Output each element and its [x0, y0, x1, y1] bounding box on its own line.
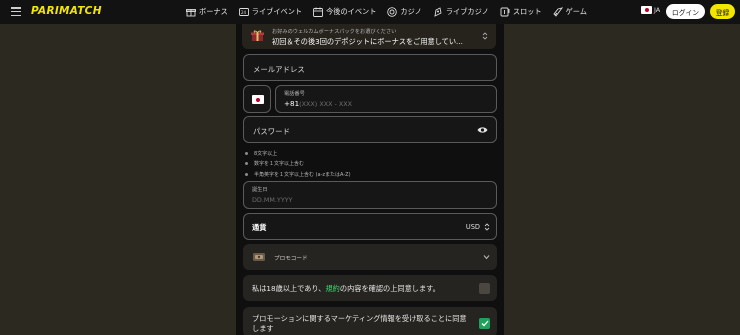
- bonus-select-label: お好みのウェルカムボーナスパックをお選びください: [272, 29, 397, 35]
- nav-item-label: ゲーム: [565, 7, 587, 16]
- currency-select[interactable]: 通貨 USD: [243, 213, 497, 240]
- slot-icon: [500, 7, 510, 17]
- phone-country-code: +81: [284, 99, 300, 108]
- svg-text:24: 24: [241, 10, 247, 15]
- registration-form: お好みのウェルカムボーナスパックをお選びください 初回＆その後3回のデポジットに…: [236, 24, 504, 335]
- nav-item-live-events[interactable]: 24 ライブイベント: [238, 7, 303, 17]
- age-consent-checkbox[interactable]: [479, 283, 490, 294]
- bullet-icon: [245, 172, 248, 176]
- password-rule: 数字を１文字以上含む: [245, 159, 351, 170]
- age-consent-text: 私は18歳以上であり、規約の内容を確認の上同意します。: [252, 284, 440, 293]
- nav-item-games[interactable]: ゲーム: [552, 7, 587, 17]
- live-icon: 24: [238, 8, 249, 16]
- japan-flag-icon: [641, 6, 652, 14]
- country-code-select[interactable]: [243, 85, 271, 113]
- marketing-consent-row: プロモーションに関するマーケティング情報を受け取ることに同意します: [243, 307, 497, 335]
- chevron-up-down-icon: [484, 223, 490, 231]
- password-rule: 半角英字を１文字以上含む (a-zまたはA-Z): [245, 169, 351, 180]
- password-rule: 8文字以上: [245, 148, 351, 159]
- login-button[interactable]: ログイン: [666, 4, 705, 19]
- gift-icon: [186, 9, 196, 17]
- chevron-down-icon: [483, 255, 490, 260]
- casino-chip-icon: [387, 7, 398, 17]
- nav-item-label: ライブイベント: [251, 7, 303, 16]
- birthdate-placeholder: DD.MM.YYYY: [252, 196, 293, 204]
- promo-code-toggle[interactable]: プロモコード: [243, 244, 497, 270]
- marketing-consent-text: プロモーションに関するマーケティング情報を受け取ることに同意します: [252, 314, 467, 333]
- register-button[interactable]: 登録: [710, 4, 735, 19]
- phone-field[interactable]: 電話番号 +81(XXX) XXX - XXX: [275, 85, 497, 113]
- currency-label: 通貨: [252, 223, 267, 232]
- live-casino-icon: [434, 7, 442, 17]
- promo-code-label: プロモコード: [274, 256, 308, 262]
- nav-item-slots[interactable]: スロット: [500, 7, 542, 17]
- gift-box-icon: [251, 30, 264, 41]
- checkmark-icon: [481, 320, 488, 327]
- nav-item-label: ライブカジノ: [445, 7, 489, 16]
- age-consent-row: 私は18歳以上であり、規約の内容を確認の上同意します。: [243, 275, 497, 301]
- top-navigation-bar: PARIMATCH ボーナス 24 ライブイベント 今後のイベント カジノ ライ…: [0, 0, 740, 24]
- password-placeholder: パスワード: [253, 127, 290, 136]
- main-nav: ボーナス 24 ライブイベント 今後のイベント カジノ ライブカジノ スロット …: [186, 0, 598, 24]
- phone-placeholder: (XXX) XXX - XXX: [299, 100, 352, 108]
- language-code: JA: [654, 6, 661, 14]
- birthdate-field[interactable]: 誕生日 DD.MM.YYYY: [243, 181, 497, 209]
- password-rules: 8文字以上 数字を１文字以上含む 半角英字を１文字以上含む (a-zまたはA-Z…: [245, 148, 351, 180]
- nav-item-bonus[interactable]: ボーナス: [186, 7, 228, 17]
- terms-link[interactable]: 規約: [325, 284, 339, 293]
- phone-label: 電話番号: [284, 91, 305, 97]
- nav-item-upcoming-events[interactable]: 今後のイベント: [313, 7, 376, 17]
- calendar-icon: [313, 7, 324, 17]
- email-placeholder: メールアドレス: [253, 65, 305, 74]
- promo-ticket-icon: [253, 253, 265, 261]
- marketing-consent-checkbox[interactable]: [479, 318, 490, 329]
- chevron-up-down-icon: [482, 32, 488, 40]
- bullet-icon: [245, 162, 248, 166]
- nav-item-label: スロット: [512, 7, 542, 16]
- currency-value: USD: [465, 223, 480, 231]
- welcome-bonus-select[interactable]: お好みのウェルカムボーナスパックをお選びください 初回＆その後3回のデポジットに…: [242, 24, 496, 49]
- menu-icon[interactable]: [11, 7, 21, 17]
- nav-item-label: 今後のイベント: [326, 7, 377, 16]
- parimatch-logo[interactable]: PARIMATCH: [31, 5, 102, 17]
- bonus-select-value: 初回＆その後3回のデポジットにボーナスをご用意してい...: [272, 37, 463, 46]
- language-selector[interactable]: JA: [641, 6, 660, 14]
- email-field[interactable]: メールアドレス: [243, 54, 497, 81]
- eye-icon[interactable]: [477, 126, 488, 134]
- nav-item-label: カジノ: [400, 7, 422, 16]
- bullet-icon: [245, 151, 248, 155]
- password-field[interactable]: パスワード: [243, 116, 497, 143]
- birthdate-label: 誕生日: [252, 187, 268, 193]
- nav-item-casino[interactable]: カジノ: [387, 7, 422, 17]
- rocket-icon: [552, 7, 563, 17]
- japan-flag-icon: [252, 95, 264, 104]
- nav-item-live-casino[interactable]: ライブカジノ: [433, 7, 489, 17]
- nav-item-label: ボーナス: [199, 7, 228, 16]
- phone-value: +81(XXX) XXX - XXX: [284, 99, 352, 108]
